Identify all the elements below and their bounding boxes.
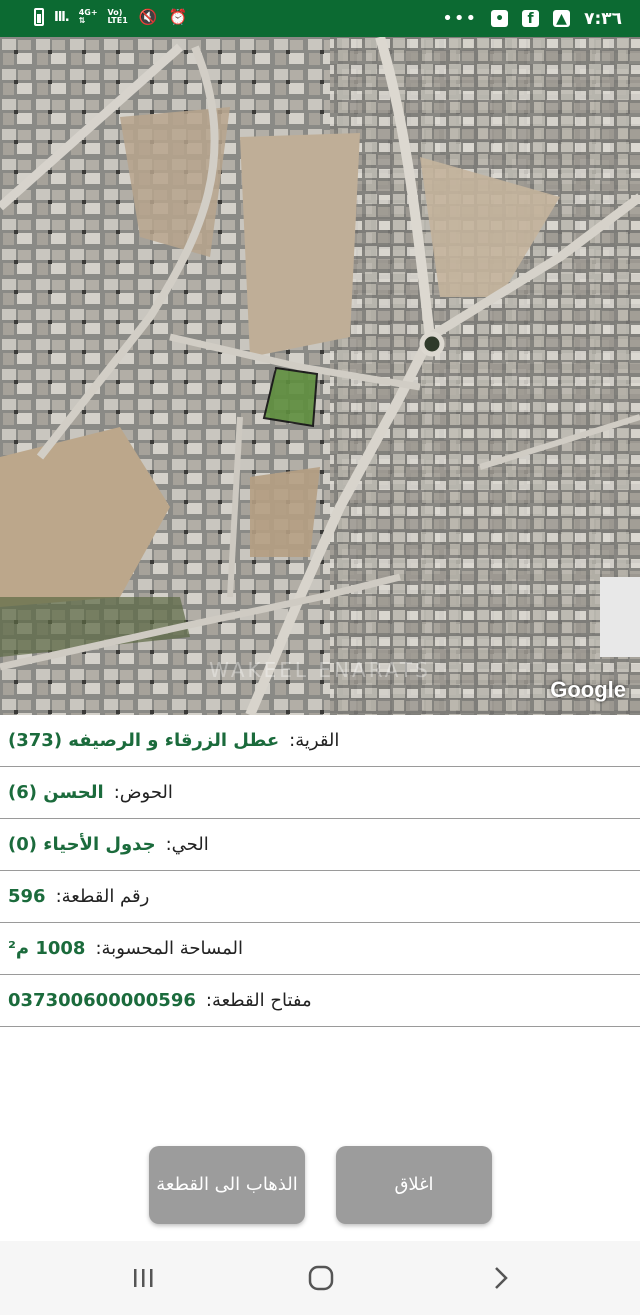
gallery-icon: ▲ [553,10,571,27]
plot-number-value: 596 [8,886,46,907]
alarm-icon: ⏰ [168,8,188,26]
village-label: القرية: [289,730,340,751]
facebook-icon: f [522,10,540,27]
basin-label: الحوض: [113,782,173,803]
network-indicator: 4G+ ⇅ [78,8,98,25]
map-imagery: WAKEEL ENARATS [0,37,640,715]
plot-key-row: مفتاح القطعة: 037300600000596 [0,975,640,1027]
district-label: الحي: [165,834,209,855]
go-to-plot-button[interactable]: الذهاب الى القطعة [149,1146,305,1224]
close-button[interactable]: اغلاق [336,1146,492,1224]
plot-key-value: 037300600000596 [8,990,196,1011]
satellite-map[interactable]: WAKEEL ENARATS Google [0,37,640,715]
clock: ٧:٣٦ [584,8,622,29]
volte-indicator: Vo) LTE1 [107,8,128,25]
home-icon[interactable] [306,1263,336,1293]
area-row: المساحة المحسوبة: 1008 م² [0,923,640,975]
village-row: القرية: عطل الزرقاء و الرصيفه (373) [0,715,640,767]
district-row: الحي: جدول الأحياء (0) [0,819,640,871]
plot-number-row: رقم القطعة: 596 [0,871,640,923]
back-icon[interactable] [486,1263,516,1293]
system-nav-bar [0,1241,640,1315]
google-attribution: Google [550,677,626,702]
plot-number-label: رقم القطعة: [55,886,150,907]
basin-value: الحسن (6) [8,782,104,803]
recent-apps-icon[interactable] [128,1263,158,1293]
battery-icon [34,8,44,26]
area-value: 1008 م² [8,938,86,959]
more-icon: ••• [442,8,478,29]
messenger-icon: • [491,10,509,27]
village-value: عطل الزرقاء و الرصيفه (373) [8,730,280,751]
district-value: جدول الأحياء (0) [8,834,156,855]
map-watermark: WAKEEL ENARATS [209,658,431,682]
parcel-info-panel: القرية: عطل الزرقاء و الرصيفه (373) الحو… [0,715,640,1027]
mute-icon: 🔇 [138,8,158,26]
signal-icon: Ill. [54,9,70,25]
area-label: المساحة المحسوبة: [95,938,243,959]
plot-key-label: مفتاح القطعة: [205,990,312,1011]
basin-row: الحوض: الحسن (6) [0,767,640,819]
status-bar: Ill. 4G+ ⇅ Vo) LTE1 🔇 ⏰ ••• • f ▲ ٧:٣٦ [0,0,640,37]
